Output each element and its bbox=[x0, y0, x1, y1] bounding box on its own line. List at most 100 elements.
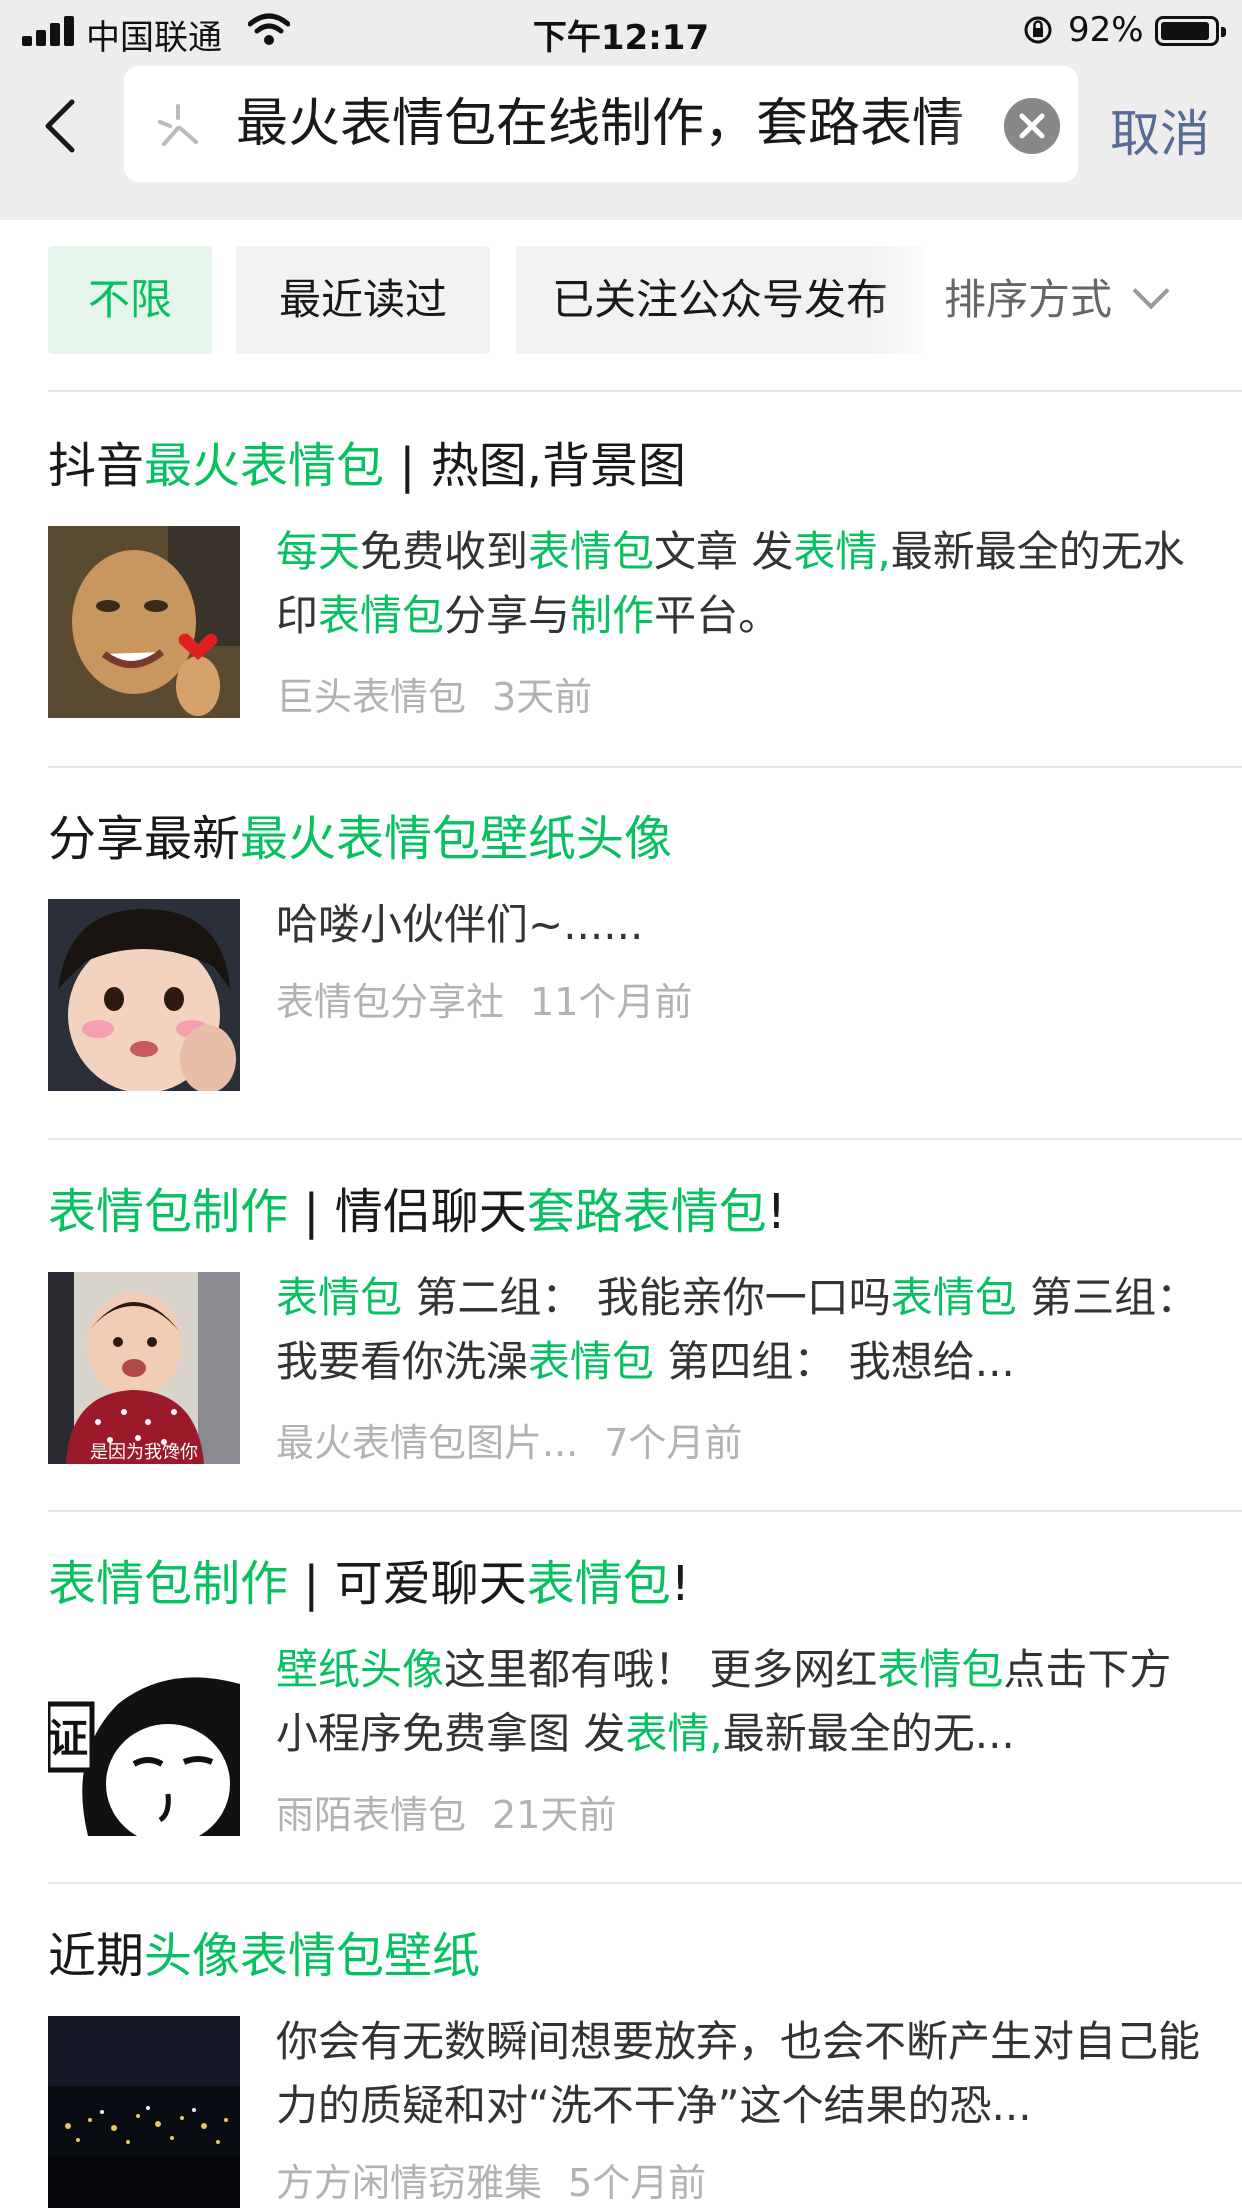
text-segment: | 热图,背景图 bbox=[384, 438, 686, 494]
highlighted-keyword: 表情包 bbox=[890, 1273, 1017, 1322]
result-source[interactable]: 雨陌表情包 bbox=[276, 1793, 466, 1837]
result-source[interactable]: 表情包分享社 bbox=[276, 980, 504, 1024]
filter-chip-recent[interactable]: 最近读过 bbox=[236, 246, 490, 354]
clock: 下午12:17 bbox=[532, 18, 710, 58]
result-title[interactable]: 抖音最火表情包 | 热图,背景图 bbox=[48, 430, 686, 502]
highlighted-keyword: 表情包 bbox=[526, 1556, 671, 1612]
result-title[interactable]: 近期头像表情包壁纸 bbox=[48, 1920, 480, 1992]
highlighted-keyword: 套路表情包 bbox=[526, 1184, 767, 1240]
baby-red-shirt-thumbnail: 是因为我馋你 bbox=[48, 1272, 240, 1464]
search-input[interactable]: 最火表情包在线制作，套路表情 bbox=[124, 66, 1078, 182]
result-item[interactable]: 近期头像表情包壁纸 你会有无数瞬间想要放弃，也会不断产生对自己能力的质疑和对“洗… bbox=[0, 1920, 1242, 2208]
result-thumbnail[interactable]: 是因为我馋你 bbox=[48, 1272, 240, 1464]
filter-chip-all[interactable]: 不限 bbox=[48, 246, 212, 354]
text-segment: ! bbox=[766, 1184, 786, 1240]
battery-percentage: 92% bbox=[1068, 10, 1144, 50]
result-source[interactable]: 最火表情包图片... bbox=[276, 1421, 578, 1465]
thumbnail-caption: 是因为我馋你 bbox=[90, 1442, 198, 1463]
result-source[interactable]: 巨头表情包 bbox=[276, 675, 466, 719]
divider bbox=[48, 1510, 1242, 1512]
highlighted-keyword: 壁纸头像 bbox=[276, 1645, 445, 1694]
status-bar: 中国联通 下午12:17 92% bbox=[0, 0, 1242, 62]
result-meta: 巨头表情包 3天前 bbox=[276, 666, 592, 721]
text-segment: 分享最新 bbox=[48, 811, 241, 867]
sort-label: 排序方式 bbox=[944, 275, 1113, 324]
result-time: 21天前 bbox=[492, 1793, 617, 1837]
result-title[interactable]: 表情包制作 | 情侣聊天套路表情包! bbox=[48, 1176, 786, 1248]
highlighted-keyword: 表情, bbox=[793, 527, 891, 576]
divider bbox=[48, 1882, 1242, 1884]
night-city-thumbnail bbox=[48, 2016, 240, 2208]
result-item[interactable]: 抖音最火表情包 | 热图,背景图 每天免费收到表情包文章 发表情,最新最全的无水… bbox=[0, 430, 1242, 766]
result-meta: 雨陌表情包 21天前 bbox=[276, 1784, 616, 1839]
text-segment: | 可爱聊天 bbox=[288, 1556, 527, 1612]
result-thumbnail[interactable] bbox=[48, 526, 240, 718]
result-snippet: 每天免费收到表情包文章 发表情,最新最全的无水印表情包分享与制作平台。 bbox=[276, 520, 1202, 648]
divider bbox=[48, 390, 1242, 392]
text-segment: 平台。 bbox=[654, 591, 781, 640]
text-segment: 抖音 bbox=[48, 438, 145, 494]
text-segment: 文章 发 bbox=[654, 527, 794, 576]
filter-chip-followed[interactable]: 已关注公众号发布 bbox=[516, 246, 926, 354]
text-segment: 这里都有哦！ 更多网红 bbox=[444, 1645, 878, 1694]
cancel-button[interactable]: 取消 bbox=[1110, 94, 1210, 166]
thumbnail-caption: 证 bbox=[48, 1716, 88, 1762]
result-item[interactable]: 分享最新最火表情包壁纸头像 哈喽小伙伴们~...... 表情包分享社 11个月前 bbox=[0, 803, 1242, 1139]
text-segment: 近期 bbox=[48, 1928, 145, 1984]
text-segment: 第四组： 我想给... bbox=[654, 1337, 1015, 1386]
highlighted-keyword: 表情包制作 bbox=[48, 1556, 289, 1612]
clear-search-icon[interactable] bbox=[1004, 98, 1060, 154]
result-time: 3天前 bbox=[492, 675, 593, 719]
result-thumbnail[interactable] bbox=[48, 899, 240, 1091]
divider bbox=[48, 766, 1242, 768]
sort-dropdown[interactable]: 排序方式 bbox=[944, 246, 1170, 354]
highlighted-keyword: 表情包制作 bbox=[48, 1184, 289, 1240]
filter-bar: 不限 最近读过 已关注公众号发布 排序方式 bbox=[0, 220, 1242, 392]
highlighted-keyword: 表情包 bbox=[276, 1273, 403, 1322]
back-arrow-icon[interactable] bbox=[40, 96, 80, 156]
result-snippet: 你会有无数瞬间想要放弃，也会不断产生对自己能力的质疑和对“洗不干净”这个结果的恐… bbox=[276, 2010, 1202, 2138]
result-meta: 表情包分享社 11个月前 bbox=[276, 971, 692, 1026]
text-segment: 最新最全的无... bbox=[722, 1709, 1015, 1758]
result-thumbnail[interactable]: 证 bbox=[48, 1644, 240, 1836]
result-title[interactable]: 分享最新最火表情包壁纸头像 bbox=[48, 803, 672, 875]
search-query-text[interactable]: 最火表情包在线制作，套路表情 bbox=[236, 66, 1016, 182]
text-segment: 哈喽小伙伴们~...... bbox=[276, 900, 644, 949]
baby-girl-thumbnail bbox=[48, 899, 240, 1091]
highlighted-keyword: 最火表情包壁纸头像 bbox=[240, 811, 673, 867]
orientation-lock-icon bbox=[1024, 16, 1052, 44]
highlighted-keyword: 最火表情包 bbox=[144, 438, 385, 494]
highlighted-keyword: 表情包 bbox=[528, 1337, 655, 1386]
result-meta: 方方闲情窃雅集 5个月前 bbox=[276, 2152, 706, 2207]
divider bbox=[48, 1138, 1242, 1140]
result-time: 5个月前 bbox=[568, 2161, 707, 2205]
highlighted-keyword: 表情包 bbox=[528, 527, 655, 576]
result-source[interactable]: 方方闲情窃雅集 bbox=[276, 2161, 542, 2205]
result-time: 7个月前 bbox=[604, 1421, 743, 1465]
result-meta: 最火表情包图片... 7个月前 bbox=[276, 1412, 742, 1467]
loading-spinner-icon bbox=[158, 104, 198, 146]
result-item[interactable]: 表情包制作 | 可爱聊天表情包! 证 壁纸头像这里都有哦！ 更多网红表情包点击下… bbox=[0, 1548, 1242, 1884]
highlighted-keyword: 头像表情包壁纸 bbox=[144, 1928, 481, 1984]
text-segment: ! bbox=[670, 1556, 690, 1612]
text-segment: 分享与 bbox=[444, 591, 571, 640]
result-snippet: 表情包 第二组： 我能亲你一口吗表情包 第三组：我要看你洗澡表情包 第四组： 我… bbox=[276, 1266, 1202, 1394]
chevron-down-icon bbox=[1132, 272, 1170, 310]
text-segment: | 情侣聊天 bbox=[288, 1184, 527, 1240]
text-segment: 免费收到 bbox=[360, 527, 529, 576]
result-item[interactable]: 表情包制作 | 情侣聊天套路表情包! 是因为我馋你 表情包 第二组： 我能亲你一… bbox=[0, 1176, 1242, 1512]
result-time: 11个月前 bbox=[530, 980, 693, 1024]
text-segment: 你会有无数瞬间想要放弃，也会不断产生对自己能力的质疑和对“洗不干净”这个结果的恐… bbox=[276, 2017, 1201, 2130]
highlighted-keyword: 表情包 bbox=[877, 1645, 1004, 1694]
result-title[interactable]: 表情包制作 | 可爱聊天表情包! bbox=[48, 1548, 690, 1620]
result-snippet: 壁纸头像这里都有哦！ 更多网红表情包点击下方小程序免费拿图 发表情,最新最全的无… bbox=[276, 1638, 1202, 1766]
highlighted-keyword: 表情, bbox=[625, 1709, 723, 1758]
panda-meme-thumbnail: 证 bbox=[48, 1644, 240, 1836]
search-header: 最火表情包在线制作，套路表情 取消 bbox=[0, 62, 1242, 220]
result-thumbnail[interactable] bbox=[48, 2016, 240, 2208]
man-smiling-thumbnail bbox=[48, 526, 240, 718]
highlighted-keyword: 制作 bbox=[570, 591, 655, 640]
highlighted-keyword: 表情包 bbox=[318, 591, 445, 640]
text-segment: 第二组： 我能亲你一口吗 bbox=[402, 1273, 891, 1322]
highlighted-keyword: 每天 bbox=[276, 527, 361, 576]
